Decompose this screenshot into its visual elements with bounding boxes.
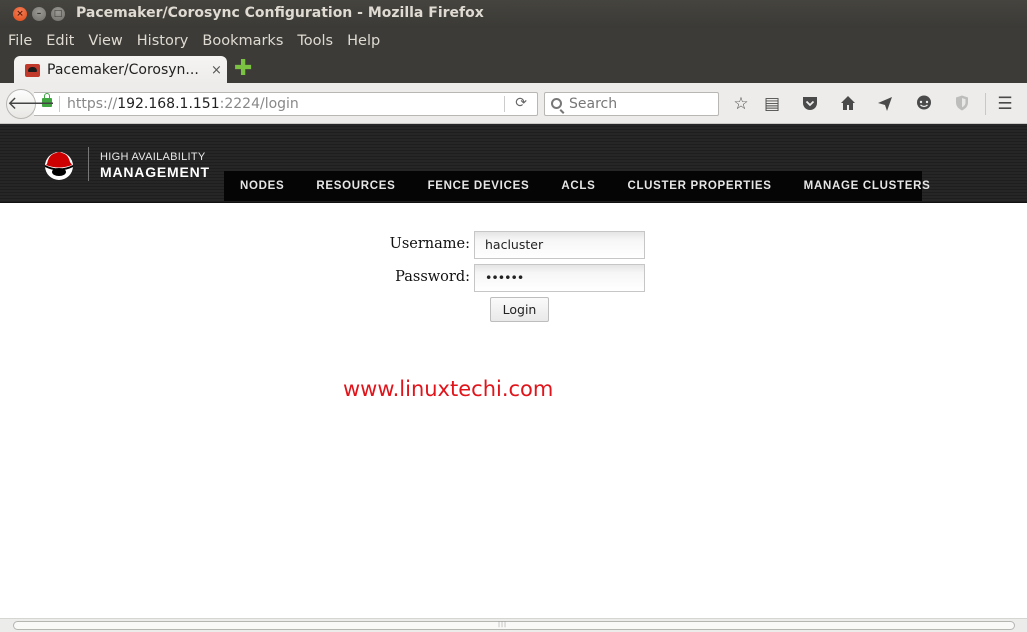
url-bar[interactable]: https://192.168.1.151:2224/login ⟳ <box>34 92 538 116</box>
window-close-button[interactable]: × <box>13 7 27 21</box>
star-icon[interactable]: ☆ <box>731 94 751 114</box>
chat-icon[interactable] <box>914 94 934 114</box>
nav-fence-devices[interactable]: FENCE DEVICES <box>428 180 530 192</box>
scrollbar-grip-icon: ||| <box>498 621 507 628</box>
password-field[interactable]: •••••• <box>474 264 645 292</box>
logo-divider <box>88 147 89 181</box>
menubar: File Edit View History Bookmarks Tools H… <box>0 28 1027 54</box>
url-path: :2224/login <box>220 96 299 112</box>
menu-help[interactable]: Help <box>347 33 380 49</box>
menu-edit[interactable]: Edit <box>46 33 74 49</box>
search-placeholder: Search <box>569 96 617 112</box>
url-text[interactable]: https://192.168.1.151:2224/login <box>67 96 299 112</box>
logo-title-line2: MANAGEMENT <box>100 164 210 180</box>
url-host: 192.168.1.151 <box>117 96 219 112</box>
menu-history[interactable]: History <box>137 33 189 49</box>
reading-list-icon[interactable]: ▤ <box>762 94 782 114</box>
reload-separator <box>504 96 505 112</box>
hamburger-menu-icon[interactable]: ☰ <box>995 94 1015 114</box>
window-titlebar: × – □ Pacemaker/Corosync Configuration -… <box>0 0 1027 28</box>
menu-tools[interactable]: Tools <box>297 33 333 49</box>
page-content: HIGH AVAILABILITY MANAGEMENT NODES RESOU… <box>0 124 1027 618</box>
nav-resources[interactable]: RESOURCES <box>316 180 395 192</box>
logo-title-line1: HIGH AVAILABILITY <box>100 151 206 163</box>
url-separator <box>59 96 60 112</box>
login-button[interactable]: Login <box>490 297 549 322</box>
window-maximize-button[interactable]: □ <box>51 7 65 21</box>
window-minimize-button[interactable]: – <box>32 7 46 21</box>
redhat-favicon-icon <box>25 64 40 77</box>
toolbar-separator <box>985 93 986 115</box>
nav-toolbar: https://192.168.1.151:2224/login ⟳ 🡐 Sea… <box>0 83 1027 124</box>
watermark-text: www.linuxtechi.com <box>343 377 553 401</box>
menu-view[interactable]: View <box>88 33 122 49</box>
reload-icon[interactable]: ⟳ <box>515 95 527 111</box>
main-nav: NODES RESOURCES FENCE DEVICES ACLS CLUST… <box>224 171 922 201</box>
nav-manage-clusters[interactable]: MANAGE CLUSTERS <box>804 180 931 192</box>
nav-cluster-properties[interactable]: CLUSTER PROPERTIES <box>627 180 771 192</box>
username-field[interactable]: hacluster <box>474 231 645 259</box>
menu-file[interactable]: File <box>8 33 32 49</box>
page-header: HIGH AVAILABILITY MANAGEMENT NODES RESOU… <box>0 124 1027 203</box>
url-scheme: https:// <box>67 96 117 112</box>
new-tab-plus-icon[interactable]: ✚ <box>234 60 252 78</box>
pocket-icon[interactable] <box>800 94 820 114</box>
search-input[interactable]: Search <box>544 92 719 116</box>
menu-bookmarks[interactable]: Bookmarks <box>202 33 283 49</box>
redhat-logo-icon <box>42 148 76 180</box>
search-icon <box>551 98 562 109</box>
tab-close-icon[interactable]: × <box>211 63 222 78</box>
password-label: Password: <box>350 269 470 285</box>
scrollbar-thumb[interactable] <box>13 621 1015 630</box>
send-icon[interactable] <box>875 94 895 114</box>
username-label: Username: <box>350 236 470 252</box>
horizontal-scrollbar[interactable]: ||| <box>0 618 1027 632</box>
back-icon[interactable]: 🡐 <box>6 89 36 119</box>
tab-title: Pacemaker/Corosyn... <box>47 62 207 78</box>
tab-pacemaker[interactable]: Pacemaker/Corosyn... × <box>14 56 227 84</box>
tab-strip: Pacemaker/Corosyn... × ✚ <box>0 54 1027 83</box>
nav-acls[interactable]: ACLS <box>561 180 595 192</box>
shield-icon[interactable] <box>952 94 972 114</box>
window-title: Pacemaker/Corosync Configuration - Mozil… <box>76 5 484 21</box>
nav-nodes[interactable]: NODES <box>240 180 284 192</box>
home-icon[interactable] <box>838 94 858 114</box>
